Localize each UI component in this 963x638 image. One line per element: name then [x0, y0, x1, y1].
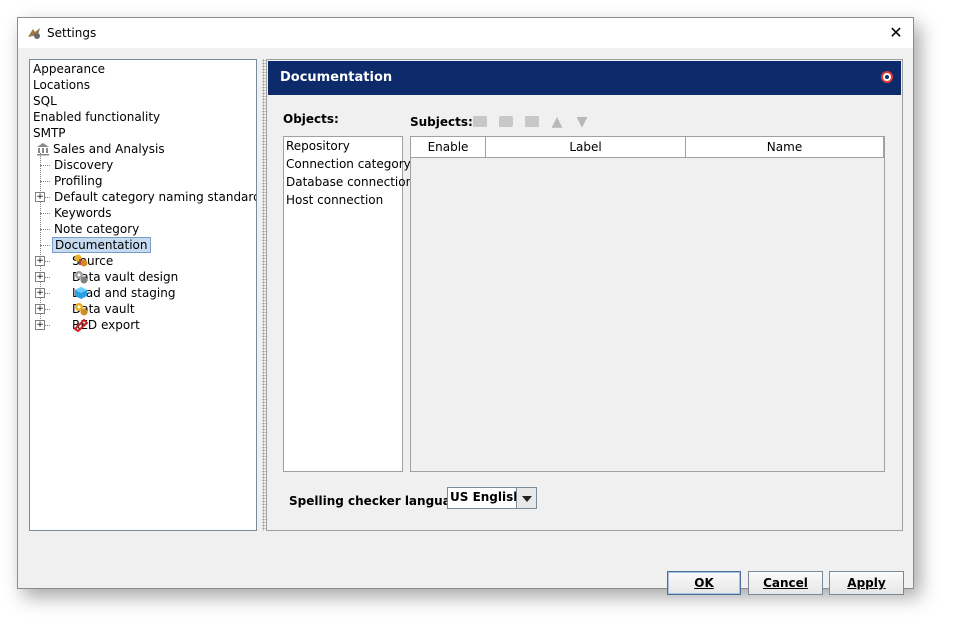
tree-item-data-vault-design[interactable]: Data vault design: [52, 269, 180, 285]
tree-item-label: Documentation: [52, 237, 151, 253]
panel-header: Documentation: [268, 61, 901, 95]
expand-icon[interactable]: +: [35, 304, 45, 314]
tree-item-source[interactable]: Source: [52, 253, 115, 269]
subjects-label: Subjects:: [410, 115, 473, 129]
tree-item-red-export[interactable]: RED export: [52, 317, 142, 333]
tree-connector-line: [40, 229, 50, 230]
tree-item-locations[interactable]: Locations: [31, 77, 92, 93]
add-subject-icon[interactable]: [471, 114, 489, 130]
tree-item-label: SQL: [33, 94, 57, 108]
delete-subject-icon[interactable]: [523, 114, 541, 130]
expand-icon[interactable]: +: [35, 272, 45, 282]
object-item[interactable]: Repository: [284, 137, 402, 155]
chevron-down-icon[interactable]: [516, 488, 536, 508]
object-item[interactable]: Host connection: [284, 191, 402, 209]
tree-item-default-category-naming-standards[interactable]: Default category naming standards: [52, 189, 257, 205]
tree-item-label: Note category: [54, 222, 140, 236]
tree-connector-line: [40, 181, 50, 182]
documentation-panel: Documentation Objects: Repository Connec…: [266, 59, 903, 531]
subjects-table[interactable]: Enable Label Name: [410, 136, 885, 472]
settings-dialog: Settings ✕ Appearance Locations SQL Enabled…: [17, 17, 914, 595]
red-export-icon: [73, 318, 89, 333]
spell-checker-label: Spelling checker language:: [289, 494, 473, 508]
apply-button[interactable]: Apply: [829, 571, 904, 595]
ok-button[interactable]: OK: [667, 571, 741, 595]
tree-item-sql[interactable]: SQL: [31, 93, 59, 109]
bank-icon: [36, 142, 50, 156]
tree-item-label: Default category naming standards: [54, 190, 257, 204]
tree-item-data-vault[interactable]: Data vault: [52, 301, 137, 317]
expand-icon[interactable]: +: [35, 320, 45, 330]
tree-item-profiling[interactable]: Profiling: [52, 173, 105, 189]
help-icon[interactable]: [881, 71, 893, 83]
tree-item-documentation[interactable]: Documentation: [52, 237, 151, 253]
expand-icon[interactable]: +: [35, 192, 45, 202]
source-icon: [74, 254, 88, 268]
settings-tree[interactable]: Appearance Locations SQL Enabled functional…: [29, 59, 257, 531]
dialog-client: Appearance Locations SQL Enabled functional…: [18, 48, 913, 595]
tree-item-sales-and-analysis[interactable]: Sales and Analysis: [33, 141, 167, 157]
table-header: Enable Label Name: [411, 137, 884, 158]
tree-item-label: SMTP: [33, 126, 66, 140]
object-item[interactable]: Connection category: [284, 155, 411, 173]
cancel-button[interactable]: Cancel: [748, 571, 823, 595]
column-header-name[interactable]: Name: [686, 137, 884, 157]
column-header-enable[interactable]: Enable: [411, 137, 486, 157]
edit-subject-icon[interactable]: [497, 114, 515, 130]
tree-item-keywords[interactable]: Keywords: [52, 205, 114, 221]
tree-item-label: Profiling: [54, 174, 103, 188]
tree-item-label: Sales and Analysis: [53, 142, 165, 156]
cube-icon: [74, 286, 88, 300]
objects-label: Objects:: [283, 112, 339, 126]
tree-item-label: Locations: [33, 78, 91, 92]
expand-icon[interactable]: +: [35, 256, 45, 266]
panel-title: Documentation: [280, 70, 393, 85]
object-item[interactable]: Database connection: [284, 173, 413, 191]
tree-item-note-category[interactable]: Note category: [52, 221, 141, 237]
vault-icon: [74, 302, 88, 316]
tree-connector-line: [40, 245, 50, 246]
tree-item-label: Discovery: [54, 158, 114, 172]
gears-icon: [74, 270, 88, 284]
column-header-label[interactable]: Label: [486, 137, 686, 157]
tree-item-enabled-functionality[interactable]: Enabled functionality: [31, 109, 162, 125]
spell-checker-language-select[interactable]: US English: [447, 487, 537, 509]
settings-app-icon: [28, 28, 40, 39]
move-up-icon[interactable]: ▲: [548, 114, 566, 130]
tree-item-smtp[interactable]: SMTP: [31, 125, 68, 141]
tree-item-label: Keywords: [54, 206, 112, 220]
tree-connector-line: [40, 213, 50, 214]
spell-checker-value: US English: [450, 490, 522, 504]
tree-item-discovery[interactable]: Discovery: [52, 157, 115, 173]
tree-item-label: Enabled functionality: [33, 110, 161, 124]
window-title: Settings: [47, 26, 97, 40]
tree-item-load-and-staging[interactable]: Load and staging: [52, 285, 177, 301]
tree-item-label: Appearance: [33, 62, 106, 76]
expand-icon[interactable]: +: [35, 288, 45, 298]
tree-item-appearance[interactable]: Appearance: [31, 61, 107, 77]
title-bar[interactable]: Settings ✕: [18, 18, 913, 48]
objects-list[interactable]: Repository Connection category Database …: [283, 136, 413, 472]
tree-connector-line: [40, 165, 50, 166]
move-down-icon[interactable]: ▼: [573, 114, 591, 130]
close-button[interactable]: ✕: [879, 18, 913, 48]
